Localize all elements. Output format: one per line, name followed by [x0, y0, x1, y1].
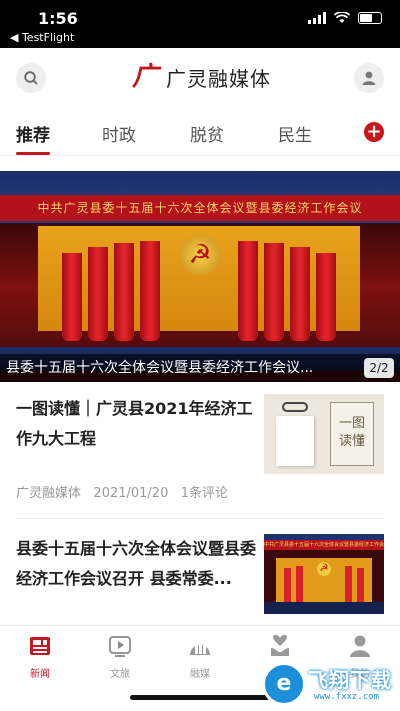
profile-icon — [350, 635, 370, 657]
news-item[interactable]: 县委十五届十六次全体会议暨县委经济工作会议召开 县委常委... 中共广灵县委十五… — [16, 534, 384, 624]
tabbar-label: 融媒 — [190, 669, 210, 680]
banner-caption[interactable]: 县委十五届十六次全体会议暨县委经济工作会议... — [0, 354, 400, 382]
news-icon — [30, 637, 50, 655]
news-item[interactable]: 一图读懂｜广灵县2021年经济工作九大工程 一图 读懂 广灵融媒体 2021/0… — [16, 394, 384, 504]
divider — [16, 518, 384, 519]
flag — [316, 253, 336, 341]
status-icons — [308, 12, 382, 24]
flag — [290, 247, 310, 341]
flag — [264, 243, 284, 341]
add-channel-button[interactable]: + — [364, 122, 384, 142]
media-icon — [190, 640, 210, 655]
profile-button[interactable] — [354, 63, 384, 93]
thumbnail-header-text: 中共广灵县委十五届十六次全体会议暨县委经济工作会议 — [264, 540, 384, 550]
flag — [357, 568, 364, 602]
wifi-icon — [334, 12, 350, 23]
watermark: e 飞翔下载 www.fxxz.com — [262, 662, 394, 708]
app-name: 广灵融媒体 — [166, 66, 271, 91]
flag — [345, 566, 352, 602]
thumbnail-caption: 一图 读懂 — [330, 402, 374, 466]
user-icon — [362, 71, 376, 85]
tab-poverty-relief[interactable]: 脱贫 — [190, 121, 224, 146]
tab-politics[interactable]: 时政 — [102, 121, 136, 146]
watermark-logo-icon: e — [262, 662, 306, 706]
cellular-signal-icon — [308, 12, 326, 24]
status-bar: 1:56 ◀ TestFlight — [0, 0, 400, 48]
watermark-text: 飞翔下载 — [308, 668, 392, 692]
news-source: 广灵融媒体 — [16, 486, 82, 501]
news-thumbnail[interactable]: 一图 读懂 — [264, 394, 384, 474]
active-tab-indicator — [16, 152, 50, 155]
tab-recommended[interactable]: 推荐 — [16, 121, 50, 146]
flag — [62, 253, 82, 341]
plus-icon: + — [366, 121, 382, 142]
tabbar-label: 文旅 — [110, 669, 130, 680]
flag — [88, 247, 108, 341]
service-icon — [271, 634, 289, 656]
back-to-testflight[interactable]: ◀ TestFlight — [10, 31, 74, 44]
category-tabs: 推荐 时政 脱贫 民生 + — [0, 108, 400, 156]
news-title[interactable]: 一图读懂｜广灵县2021年经济工作九大工程 — [16, 394, 256, 454]
thumbnail-text: 读懂 — [338, 434, 365, 449]
search-icon — [24, 71, 38, 85]
flag — [114, 243, 134, 341]
flag — [238, 241, 258, 341]
home-indicator[interactable] — [130, 695, 270, 700]
news-meta: 广灵融媒体 2021/01/20 1条评论 — [16, 482, 228, 501]
flag — [140, 241, 160, 341]
banner-header-text: 中共广灵县委十五届十六次全体会议暨县委经济工作会议 — [0, 195, 400, 221]
tabbar-news[interactable]: 新闻 — [10, 634, 70, 680]
status-time: 1:56 — [38, 9, 78, 28]
flag — [296, 566, 303, 602]
video-icon — [109, 636, 131, 657]
tabbar-media[interactable]: 融媒 — [170, 634, 230, 680]
book-icon — [276, 416, 314, 466]
tabbar-culture-travel[interactable]: 文旅 — [90, 634, 150, 680]
party-emblem-icon: ☭ — [317, 562, 331, 576]
news-thumbnail[interactable]: 中共广灵县委十五届十六次全体会议暨县委经济工作会议 ☭ — [264, 534, 384, 614]
party-emblem-icon: ☭ — [180, 235, 220, 275]
app-logo: 广 广灵融媒体 — [130, 62, 271, 92]
banner-page-counter: 2/2 — [364, 358, 394, 378]
app-header: 广 广灵融媒体 — [0, 48, 400, 108]
glasses-icon — [282, 402, 308, 412]
thumbnail-rostrum — [264, 602, 384, 614]
tabbar-label: 新闻 — [30, 669, 50, 680]
news-title[interactable]: 县委十五届十六次全体会议暨县委经济工作会议召开 县委常委... — [16, 534, 256, 594]
news-date: 2021/01/20 — [93, 486, 169, 501]
banner-carousel[interactable]: 中共广灵县委十五届十六次全体会议暨县委经济工作会议 ☭ 县委十五届十六次全体会议… — [0, 171, 400, 382]
battery-icon — [358, 12, 382, 24]
tab-livelihood[interactable]: 民生 — [278, 121, 312, 146]
watermark-url: www.fxxz.com — [314, 692, 380, 702]
thumbnail-text: 一图 — [338, 416, 365, 431]
search-button[interactable] — [16, 63, 46, 93]
flag — [284, 568, 291, 602]
logo-mark: 广 — [131, 62, 158, 92]
news-comments[interactable]: 1条评论 — [181, 486, 228, 501]
